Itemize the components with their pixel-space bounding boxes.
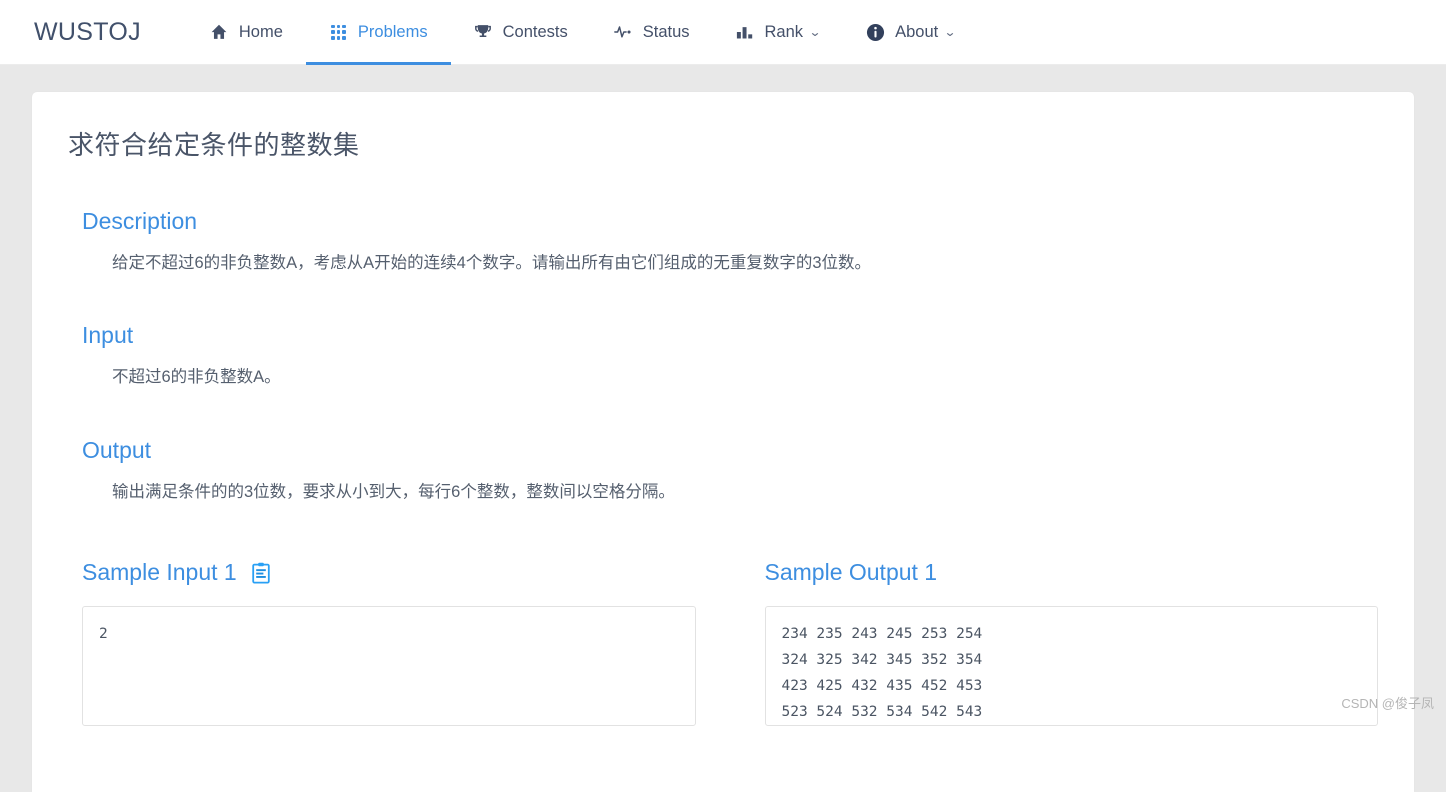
nav-item-problems[interactable]: Problems bbox=[305, 0, 451, 65]
info-circle-icon bbox=[866, 23, 885, 42]
sample-output-block: Sample Output 1 234 235 243 245 253 254 … bbox=[764, 561, 1379, 727]
sample-output-box: 234 235 243 245 253 254 324 325 342 345 … bbox=[764, 606, 1378, 727]
nav-item-contests[interactable]: Contests bbox=[451, 0, 591, 65]
section-body: 不超过6的非负整数A。 bbox=[112, 368, 281, 387]
sample-output-header: Sample Output 1 bbox=[765, 561, 1379, 584]
brand-logo[interactable]: WUSTOJ bbox=[34, 19, 141, 45]
nav-item-about[interactable]: About ⌄ bbox=[843, 0, 978, 65]
section-description: Description 给定不超过6的非负整数A，考虑从A开始的连续4个数字。请… bbox=[32, 210, 1414, 276]
section-body: 给定不超过6的非负整数A，考虑从A开始的连续4个数字。请输出所有由它们组成的无重… bbox=[112, 254, 872, 272]
sample-output-title: Sample Output 1 bbox=[764, 559, 938, 586]
section-body: 输出满足条件的的3位数，要求从小到大，每行6个整数，整数间以空格分隔。 bbox=[112, 482, 675, 501]
nav-item-label: About bbox=[895, 22, 939, 41]
clipboard-copy-icon[interactable] bbox=[251, 562, 271, 584]
watermark: CSDN @俊子凤 bbox=[1341, 696, 1434, 711]
nav-item-status[interactable]: Status bbox=[591, 0, 713, 65]
nav-item-label: Home bbox=[238, 22, 283, 41]
sample-output-content: 234 235 243 245 253 254 324 325 342 345 … bbox=[781, 626, 983, 721]
grid-dots-icon bbox=[329, 23, 348, 42]
home-icon bbox=[210, 23, 229, 42]
nav-item-home[interactable]: Home bbox=[187, 0, 306, 65]
page-title: 求符合给定条件的整数集 bbox=[68, 130, 360, 160]
active-tab-underline bbox=[305, 61, 451, 65]
section-heading: Input bbox=[82, 322, 134, 349]
nav-item-rank[interactable]: Rank ⌄ bbox=[713, 0, 844, 65]
sample-input-header: Sample Input 1 bbox=[82, 561, 696, 584]
nav-item-label: Status bbox=[642, 22, 690, 41]
section-output: Output 输出满足条件的的3位数，要求从小到大，每行6个整数，整数间以空格分… bbox=[32, 436, 1414, 505]
section-heading: Output bbox=[82, 436, 152, 463]
chevron-down-icon: ⌄ bbox=[943, 25, 957, 39]
problem-card: 求符合给定条件的整数集 Description 给定不超过6的非负整数A，考虑从… bbox=[32, 92, 1414, 792]
top-navbar: WUSTOJ Home Problems Contests Status Ran… bbox=[0, 0, 1446, 65]
trophy-icon bbox=[474, 23, 493, 42]
sample-input-title: Sample Input 1 bbox=[82, 559, 237, 586]
nav-item-label: Rank bbox=[764, 22, 804, 41]
nav-item-label: Problems bbox=[357, 22, 428, 41]
bar-chart-icon bbox=[736, 23, 755, 42]
section-heading: Description bbox=[82, 208, 198, 234]
section-input: Input 不超过6的非负整数A。 bbox=[32, 324, 1414, 390]
chevron-down-icon: ⌄ bbox=[808, 25, 822, 39]
nav-item-label: Contests bbox=[502, 22, 568, 41]
pulse-icon bbox=[613, 23, 633, 42]
samples-row: Sample Input 1 2 Sample Output 1 234 235… bbox=[32, 561, 1414, 727]
sample-input-block: Sample Input 1 2 bbox=[82, 561, 696, 727]
sample-input-box: 2 bbox=[82, 606, 696, 727]
sample-input-content: 2 bbox=[99, 626, 108, 643]
nav-menu: Home Problems Contests Status Rank ⌄ Abo… bbox=[187, 0, 978, 65]
